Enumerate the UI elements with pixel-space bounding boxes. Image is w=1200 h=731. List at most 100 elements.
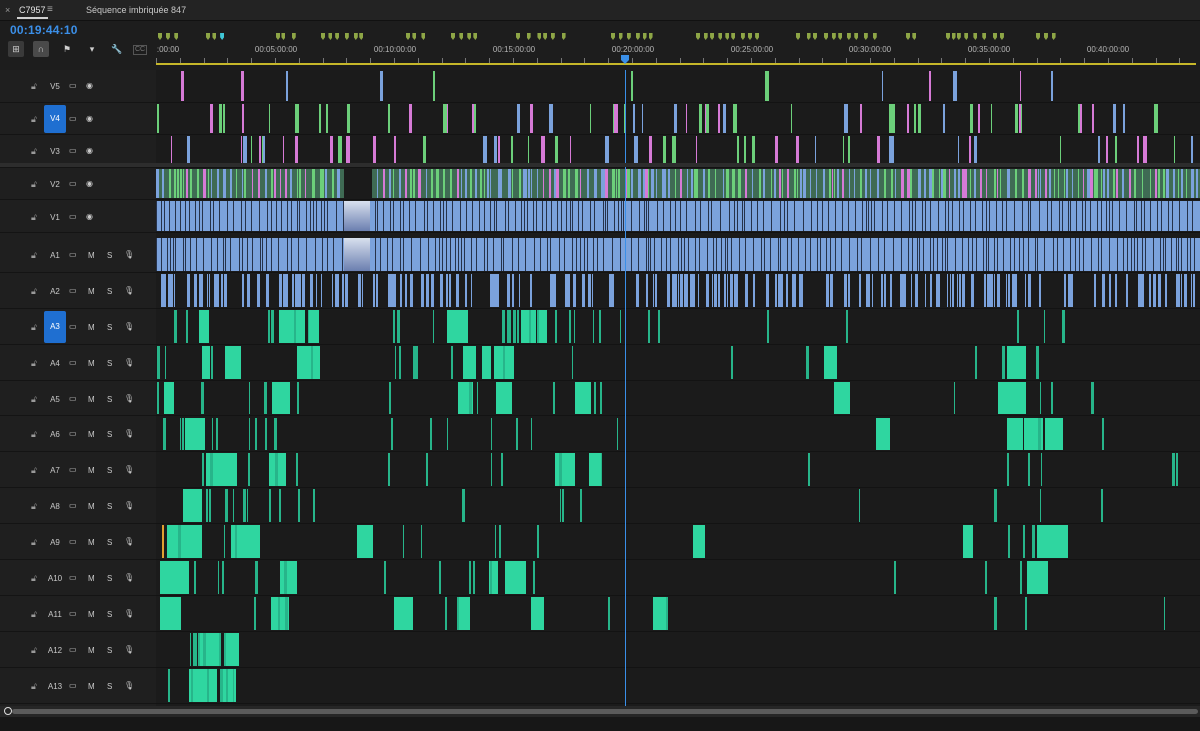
audio-clip[interactable] [718,273,720,307]
audio-clip[interactable] [496,381,513,415]
video-clip[interactable] [1098,136,1101,166]
video-clip[interactable] [412,168,416,199]
audio-clip[interactable] [929,273,932,307]
solo-track-button[interactable]: S [107,466,112,475]
audio-clip[interactable] [1012,273,1015,307]
audio-clip[interactable] [538,309,548,343]
audio-clip[interactable] [571,345,574,379]
video-clip[interactable] [295,136,299,166]
audio-clip[interactable] [470,273,473,307]
audio-clip[interactable] [1062,309,1065,343]
video-clip[interactable] [786,168,789,199]
audio-clip[interactable] [193,273,197,307]
sequence-marker[interactable] [359,33,364,40]
video-clip[interactable] [202,168,206,199]
audio-clip[interactable] [211,345,213,379]
voice-over-record-icon[interactable]: 🎙︎ [124,609,134,618]
time-ruler[interactable]: :00:00 00:05:00:00 00:10:00:00 00:15:00:00 0… [156,22,1200,68]
voice-over-record-icon[interactable]: 🎙︎ [124,358,134,367]
mute-track-button[interactable]: M [88,395,95,404]
close-tab-icon[interactable]: × [5,0,10,20]
audio-clip[interactable] [1175,453,1179,487]
video-clip[interactable] [376,168,379,199]
video-clip[interactable] [859,103,862,134]
video-clip[interactable] [1007,168,1010,199]
audio-clip[interactable] [693,273,696,307]
voice-over-record-icon[interactable]: 🎙︎ [124,429,134,438]
audio-clip[interactable] [1024,597,1028,630]
video-clip[interactable] [794,168,796,199]
video-clip[interactable] [185,168,189,199]
video-clip[interactable] [1021,168,1025,199]
video-clip[interactable] [1177,168,1179,199]
video-clip[interactable] [483,136,487,166]
video-clip[interactable] [957,136,960,166]
video-clip[interactable] [673,103,678,134]
video-clip[interactable] [948,168,951,199]
audio-clip[interactable] [421,273,424,307]
sequence-marker[interactable] [964,33,969,40]
track-lane-v2[interactable] [156,168,1200,201]
video-clip[interactable] [1014,168,1017,199]
audio-clip[interactable] [430,417,432,451]
audio-clip[interactable] [549,273,553,307]
video-clip[interactable] [469,168,473,199]
video-clip[interactable] [986,168,988,199]
sequence-marker[interactable] [328,33,333,40]
audio-clip[interactable] [413,345,415,379]
sequence-marker[interactable] [872,33,877,40]
audio-clip[interactable] [673,273,677,307]
video-clip[interactable] [324,168,327,199]
audio-clip[interactable] [884,273,887,307]
audio-clip[interactable] [279,489,282,523]
video-clip[interactable] [388,103,390,134]
audio-clip[interactable] [495,273,499,307]
video-clip[interactable] [990,103,993,134]
toggle-track-output-eye-icon[interactable]: ◉ [86,81,93,90]
audio-clip[interactable] [450,345,454,379]
audio-clip[interactable] [315,273,318,307]
sequence-marker[interactable] [516,33,520,40]
tab-menu-icon[interactable]: ≡ [47,0,53,20]
audio-clip[interactable] [390,417,394,451]
sequence-marker[interactable] [912,33,917,40]
lock-track-icon[interactable]: 🔓︎ [31,501,37,512]
video-clip[interactable] [954,168,956,199]
video-clip[interactable] [848,136,850,166]
audio-clip[interactable] [469,381,472,415]
audio-clip[interactable] [793,273,796,307]
audio-clip[interactable] [924,273,927,307]
track-header-a8[interactable]: 🔓︎ A8 ▭ M S 🎙︎ [0,488,156,525]
sync-lock-icon[interactable]: ▭ [69,681,77,690]
video-clip[interactable] [918,168,921,199]
audio-clip[interactable] [426,273,429,307]
audio-clip[interactable] [230,525,250,559]
voice-over-record-icon[interactable]: 🎙︎ [124,465,134,474]
audio-clip[interactable] [185,309,188,343]
audio-clip[interactable] [680,273,683,307]
audio-clip[interactable] [1027,561,1048,594]
video-clip[interactable] [943,168,946,199]
sequence-marker[interactable] [473,33,478,40]
audio-clip[interactable] [998,381,1012,415]
video-clip[interactable] [1185,168,1188,199]
mute-track-button[interactable]: M [88,538,95,547]
video-clip[interactable] [219,103,222,134]
sequence-marker[interactable] [344,33,349,40]
mute-track-button[interactable]: M [88,466,95,475]
sync-lock-icon[interactable]: ▭ [69,501,77,510]
audio-clip[interactable] [616,417,619,451]
audio-clip[interactable] [180,525,202,559]
track-target-label[interactable]: A12 [44,646,66,656]
track-header-a5[interactable]: 🔓︎ A5 ▭ M S 🎙︎ [0,381,156,417]
audio-clip[interactable] [946,273,949,307]
audio-clip[interactable] [505,561,527,594]
video-clip[interactable] [457,168,460,199]
audio-clip[interactable] [799,273,801,307]
video-clip[interactable] [418,168,421,199]
sequence-marker[interactable] [526,33,531,40]
video-clip[interactable] [235,168,238,199]
video-clip[interactable] [519,168,521,199]
sequence-marker[interactable] [906,33,910,40]
track-target-label[interactable]: A5 [44,395,66,405]
